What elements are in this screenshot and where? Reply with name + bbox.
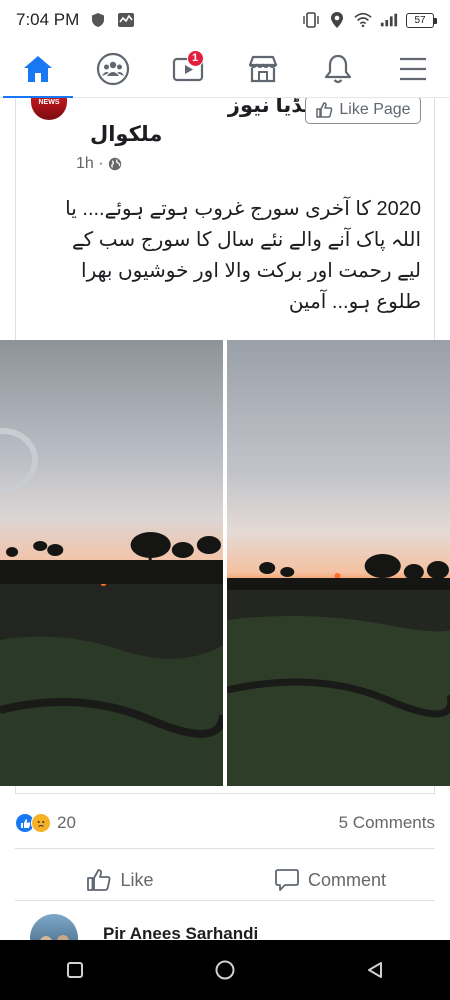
- home-button[interactable]: [205, 950, 245, 990]
- nav-watch[interactable]: 1: [158, 40, 218, 98]
- back-triangle-icon: [368, 962, 382, 978]
- android-nav-bar: [0, 940, 450, 1000]
- recents-icon: [67, 962, 83, 978]
- marketplace-icon: [248, 55, 277, 82]
- thumbs-up-icon: [316, 102, 333, 118]
- news-feed[interactable]: NEWS سوشل میڈیا نیوز ملکوال Like Page 1h…: [0, 98, 450, 940]
- page-avatar[interactable]: NEWS: [31, 98, 67, 120]
- bell-icon: [324, 54, 351, 83]
- commenter-name[interactable]: Pir Anees Sarhandi: [103, 924, 258, 940]
- comment-preview: Pir Anees Sarhandi: [15, 914, 435, 940]
- comment-button[interactable]: Comment: [225, 868, 435, 892]
- watch-badge: 1: [186, 49, 204, 67]
- globe-icon: [108, 157, 121, 171]
- signal-icon: [380, 11, 398, 29]
- nav-groups[interactable]: [83, 40, 143, 98]
- sad-reaction-icon: [31, 813, 51, 833]
- vibrate-icon: [302, 11, 320, 29]
- top-nav-bar: 1: [0, 40, 450, 99]
- nav-marketplace[interactable]: [233, 40, 293, 98]
- menu-icon: [399, 57, 426, 80]
- thumbs-up-icon: [87, 869, 111, 891]
- comment-label: Comment: [307, 869, 387, 890]
- clock: 7:04 PM: [16, 10, 80, 29]
- reactions-row: 20 5 Comments: [15, 810, 435, 836]
- like-label: Like: [120, 869, 154, 890]
- recents-button[interactable]: [55, 950, 95, 990]
- like-button[interactable]: Like: [15, 868, 225, 892]
- photo-left[interactable]: [0, 340, 223, 786]
- divider: [15, 848, 435, 849]
- comment-icon: [275, 869, 299, 891]
- back-button[interactable]: [355, 950, 395, 990]
- groups-icon: [96, 52, 129, 85]
- home-icon: [23, 55, 52, 82]
- reaction-count[interactable]: 20: [57, 813, 76, 833]
- shield-icon: [89, 11, 107, 29]
- commenter-avatar[interactable]: [30, 914, 78, 940]
- avatar-logo-text: NEWS: [38, 99, 60, 106]
- circle-home-icon: [215, 960, 235, 980]
- wifi-icon: [354, 11, 372, 29]
- divider: [15, 900, 435, 901]
- activity-icon: [117, 11, 135, 29]
- status-bar: 7:04 PM 57: [0, 0, 450, 40]
- post-actions: Like Comment: [15, 860, 435, 900]
- post-meta: 1h ·: [76, 155, 122, 173]
- battery-indicator: 57: [406, 12, 437, 28]
- nav-notifications[interactable]: [308, 40, 368, 98]
- photo-right[interactable]: [227, 340, 450, 786]
- comments-count[interactable]: 5 Comments: [339, 813, 435, 833]
- like-page-label: Like Page: [339, 101, 411, 118]
- nav-menu[interactable]: [383, 40, 443, 98]
- page-name-line2[interactable]: ملکوال: [90, 122, 162, 147]
- post-photos: [0, 340, 450, 786]
- location-icon: [328, 11, 346, 29]
- reaction-icons[interactable]: [15, 813, 51, 833]
- nav-home[interactable]: [2, 40, 73, 99]
- like-page-button[interactable]: Like Page: [305, 98, 421, 124]
- post-text: 2020 کا آخری سورج غروب ہوتے ہوئے.... یا …: [65, 198, 421, 313]
- post-time[interactable]: 1h ·: [76, 155, 104, 173]
